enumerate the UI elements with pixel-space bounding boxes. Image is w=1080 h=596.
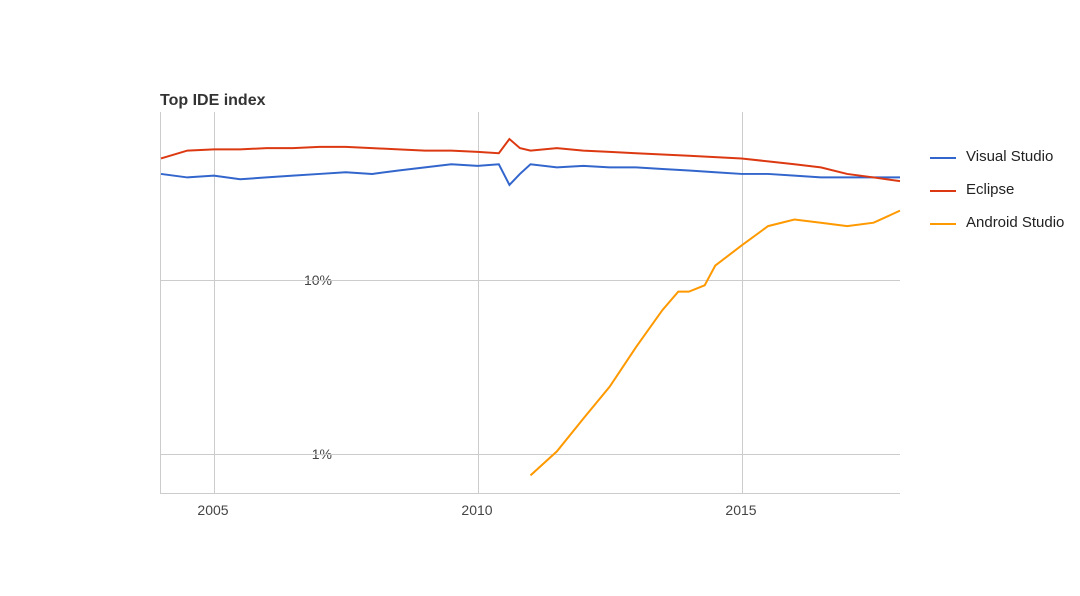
legend-label-visual-studio: Visual Studio: [966, 148, 1053, 167]
chart-container: Top IDE index 10% 1% 2005 2010 2015 Visu…: [0, 0, 1080, 596]
legend-swatch-android-studio: [930, 223, 956, 225]
chart-lines: [161, 112, 900, 493]
legend-label-eclipse: Eclipse: [966, 181, 1014, 200]
legend-item-eclipse: Eclipse: [930, 181, 1070, 200]
legend: Visual Studio Eclipse Android Studio: [930, 148, 1070, 246]
line-visual-studio: [161, 164, 900, 185]
legend-label-android-studio: Android Studio: [966, 214, 1064, 233]
legend-item-android-studio: Android Studio: [930, 214, 1070, 233]
chart-title: Top IDE index: [160, 92, 265, 110]
x-tick-2010: 2010: [461, 502, 492, 518]
x-tick-2015: 2015: [725, 502, 756, 518]
legend-swatch-visual-studio: [930, 157, 956, 159]
plot-area: [160, 112, 900, 494]
legend-item-visual-studio: Visual Studio: [930, 148, 1070, 167]
line-android-studio: [531, 211, 901, 476]
legend-swatch-eclipse: [930, 190, 956, 192]
x-tick-2005: 2005: [197, 502, 228, 518]
